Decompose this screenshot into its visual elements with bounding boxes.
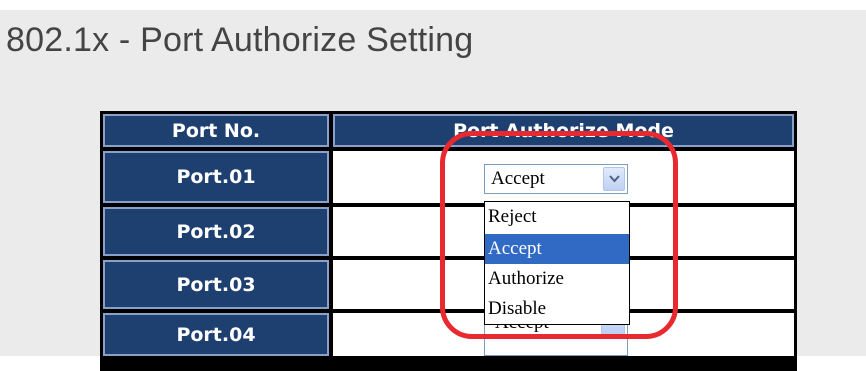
select-value: Accept — [491, 168, 545, 189]
column-header-mode: Port Authorize Mode — [333, 114, 794, 147]
port-04-mode-select[interactable]: Accept — [484, 324, 628, 356]
page-title: 802.1x - Port Authorize Setting — [6, 21, 474, 59]
dropdown-option-reject[interactable]: Reject — [485, 202, 629, 232]
mode-dropdown-list: Reject Accept Authorize Disable — [484, 201, 630, 325]
select-value: Accept — [495, 325, 549, 334]
dropdown-option-authorize[interactable]: Authorize — [485, 264, 629, 294]
chevron-down-icon[interactable] — [601, 325, 625, 335]
dropdown-option-disable[interactable]: Disable — [485, 294, 629, 324]
dropdown-option-accept[interactable]: Accept — [485, 234, 629, 264]
port-label: Port.03 — [103, 260, 329, 309]
port-label: Port.02 — [103, 207, 329, 256]
port-label: Port.04 — [103, 313, 329, 356]
port-label: Port.01 — [103, 151, 329, 203]
column-header-port: Port No. — [103, 114, 329, 147]
chevron-down-icon[interactable] — [603, 167, 625, 191]
port-01-mode-select[interactable]: Accept — [484, 164, 628, 194]
